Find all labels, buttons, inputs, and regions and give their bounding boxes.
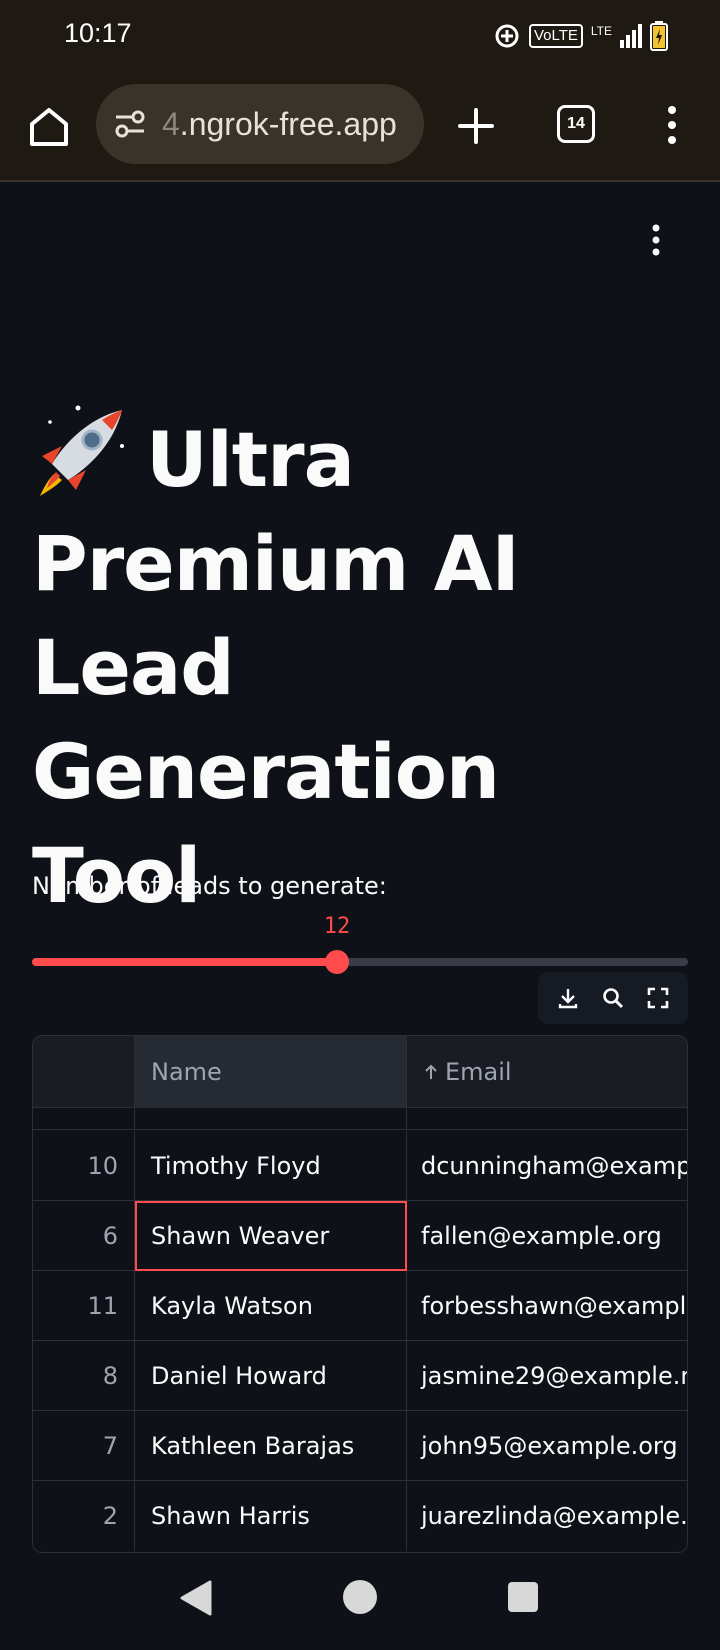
volte-icon: VoLTE (528, 24, 583, 48)
leads-table[interactable]: Name Email 10 Timothy Floyd dcunningham@… (32, 1035, 688, 1553)
slider-value: 12 (323, 914, 351, 939)
row-index: 8 (33, 1341, 135, 1411)
row-index: 2 (33, 1481, 135, 1551)
row-email[interactable]: fallen@example.org (407, 1201, 687, 1271)
row-index: 7 (33, 1411, 135, 1481)
table-header: Name Email (33, 1036, 687, 1108)
table-row[interactable]: 2 Shawn Harris juarezlinda@example. (33, 1481, 687, 1551)
home-circle-icon[interactable] (343, 1580, 377, 1614)
slider-thumb[interactable] (325, 950, 349, 974)
row-name[interactable]: Kathleen Barajas (135, 1411, 407, 1481)
url-domain: .ngrok-free.app (179, 105, 397, 142)
url-prefix: 4 (162, 105, 180, 142)
name-column-header[interactable]: Name (135, 1036, 407, 1108)
row-index: 10 (33, 1131, 135, 1201)
home-icon[interactable] (24, 102, 74, 152)
row-name[interactable] (135, 1108, 407, 1130)
row-name[interactable]: Kayla Watson (135, 1271, 407, 1341)
table-toolbar (538, 972, 688, 1024)
search-icon (603, 988, 624, 1009)
name-header-label: Name (151, 1058, 222, 1086)
site-settings-icon[interactable] (112, 106, 148, 142)
more-vertical-icon[interactable] (660, 102, 684, 148)
row-email[interactable]: forbesshawn@exampl (407, 1271, 687, 1341)
location-target-icon (495, 24, 519, 48)
status-time: 10:17 (64, 18, 132, 48)
slider-fill (32, 958, 337, 966)
row-email[interactable] (407, 1108, 687, 1130)
row-email[interactable]: dcunningham@examp (407, 1131, 687, 1201)
download-icon (559, 989, 578, 1009)
rocket-icon (40, 405, 124, 496)
recents-icon[interactable] (508, 1582, 538, 1612)
leads-slider[interactable] (32, 950, 688, 974)
table-body[interactable]: 10 Timothy Floyd dcunningham@examp 6 Sha… (33, 1108, 687, 1552)
row-name-selected[interactable]: Shawn Weaver (135, 1201, 407, 1271)
table-row[interactable]: 10 Timothy Floyd dcunningham@examp (33, 1131, 687, 1201)
browser-toolbar: 4.ngrok-free.app 14 (0, 72, 720, 182)
search-button[interactable] (599, 984, 627, 1012)
row-email[interactable]: jasmine29@example.n (407, 1341, 687, 1411)
url-text: 4.ngrok-free.app (162, 106, 397, 143)
row-email[interactable]: john95@example.org (407, 1411, 687, 1481)
table-row[interactable]: 8 Daniel Howard jasmine29@example.n (33, 1341, 687, 1411)
system-nav-bar (0, 1556, 720, 1650)
page-title: Ultra Premium AI Lead Generation Tool (32, 400, 692, 928)
lte-label: LTE (590, 24, 612, 38)
table-row[interactable] (33, 1108, 687, 1130)
row-name[interactable]: Timothy Floyd (135, 1131, 407, 1201)
row-name[interactable]: Daniel Howard (135, 1341, 407, 1411)
table-row[interactable]: 7 Kathleen Barajas john95@example.org (33, 1411, 687, 1481)
row-index: 6 (33, 1201, 135, 1271)
table-row[interactable]: 6 Shawn Weaver fallen@example.org (33, 1201, 687, 1271)
sort-ascending-icon (425, 1064, 437, 1079)
fullscreen-button[interactable] (644, 984, 672, 1012)
signal-icon (620, 24, 642, 48)
email-column-header[interactable]: Email (407, 1036, 687, 1108)
tabs-icon[interactable]: 14 (557, 105, 595, 143)
row-index: 11 (33, 1271, 135, 1341)
index-column-header[interactable] (33, 1036, 135, 1108)
status-bar: 10:17 VoLTE LTE (0, 0, 720, 72)
back-icon[interactable] (178, 1578, 214, 1618)
battery-charging-icon (650, 21, 668, 51)
row-index (33, 1108, 135, 1130)
fullscreen-icon (647, 987, 668, 1009)
slider-label: Number of leads to generate: (32, 872, 387, 900)
email-header-label: Email (445, 1058, 512, 1086)
row-name[interactable]: Shawn Harris (135, 1481, 407, 1551)
row-email[interactable]: juarezlinda@example. (407, 1481, 687, 1551)
download-button[interactable] (554, 984, 582, 1012)
address-bar[interactable]: 4.ngrok-free.app (96, 84, 424, 164)
status-icons: VoLTE LTE (493, 20, 668, 52)
app-menu-icon[interactable] (644, 222, 668, 258)
plus-icon[interactable] (456, 106, 496, 146)
table-row[interactable]: 11 Kayla Watson forbesshawn@exampl (33, 1271, 687, 1341)
